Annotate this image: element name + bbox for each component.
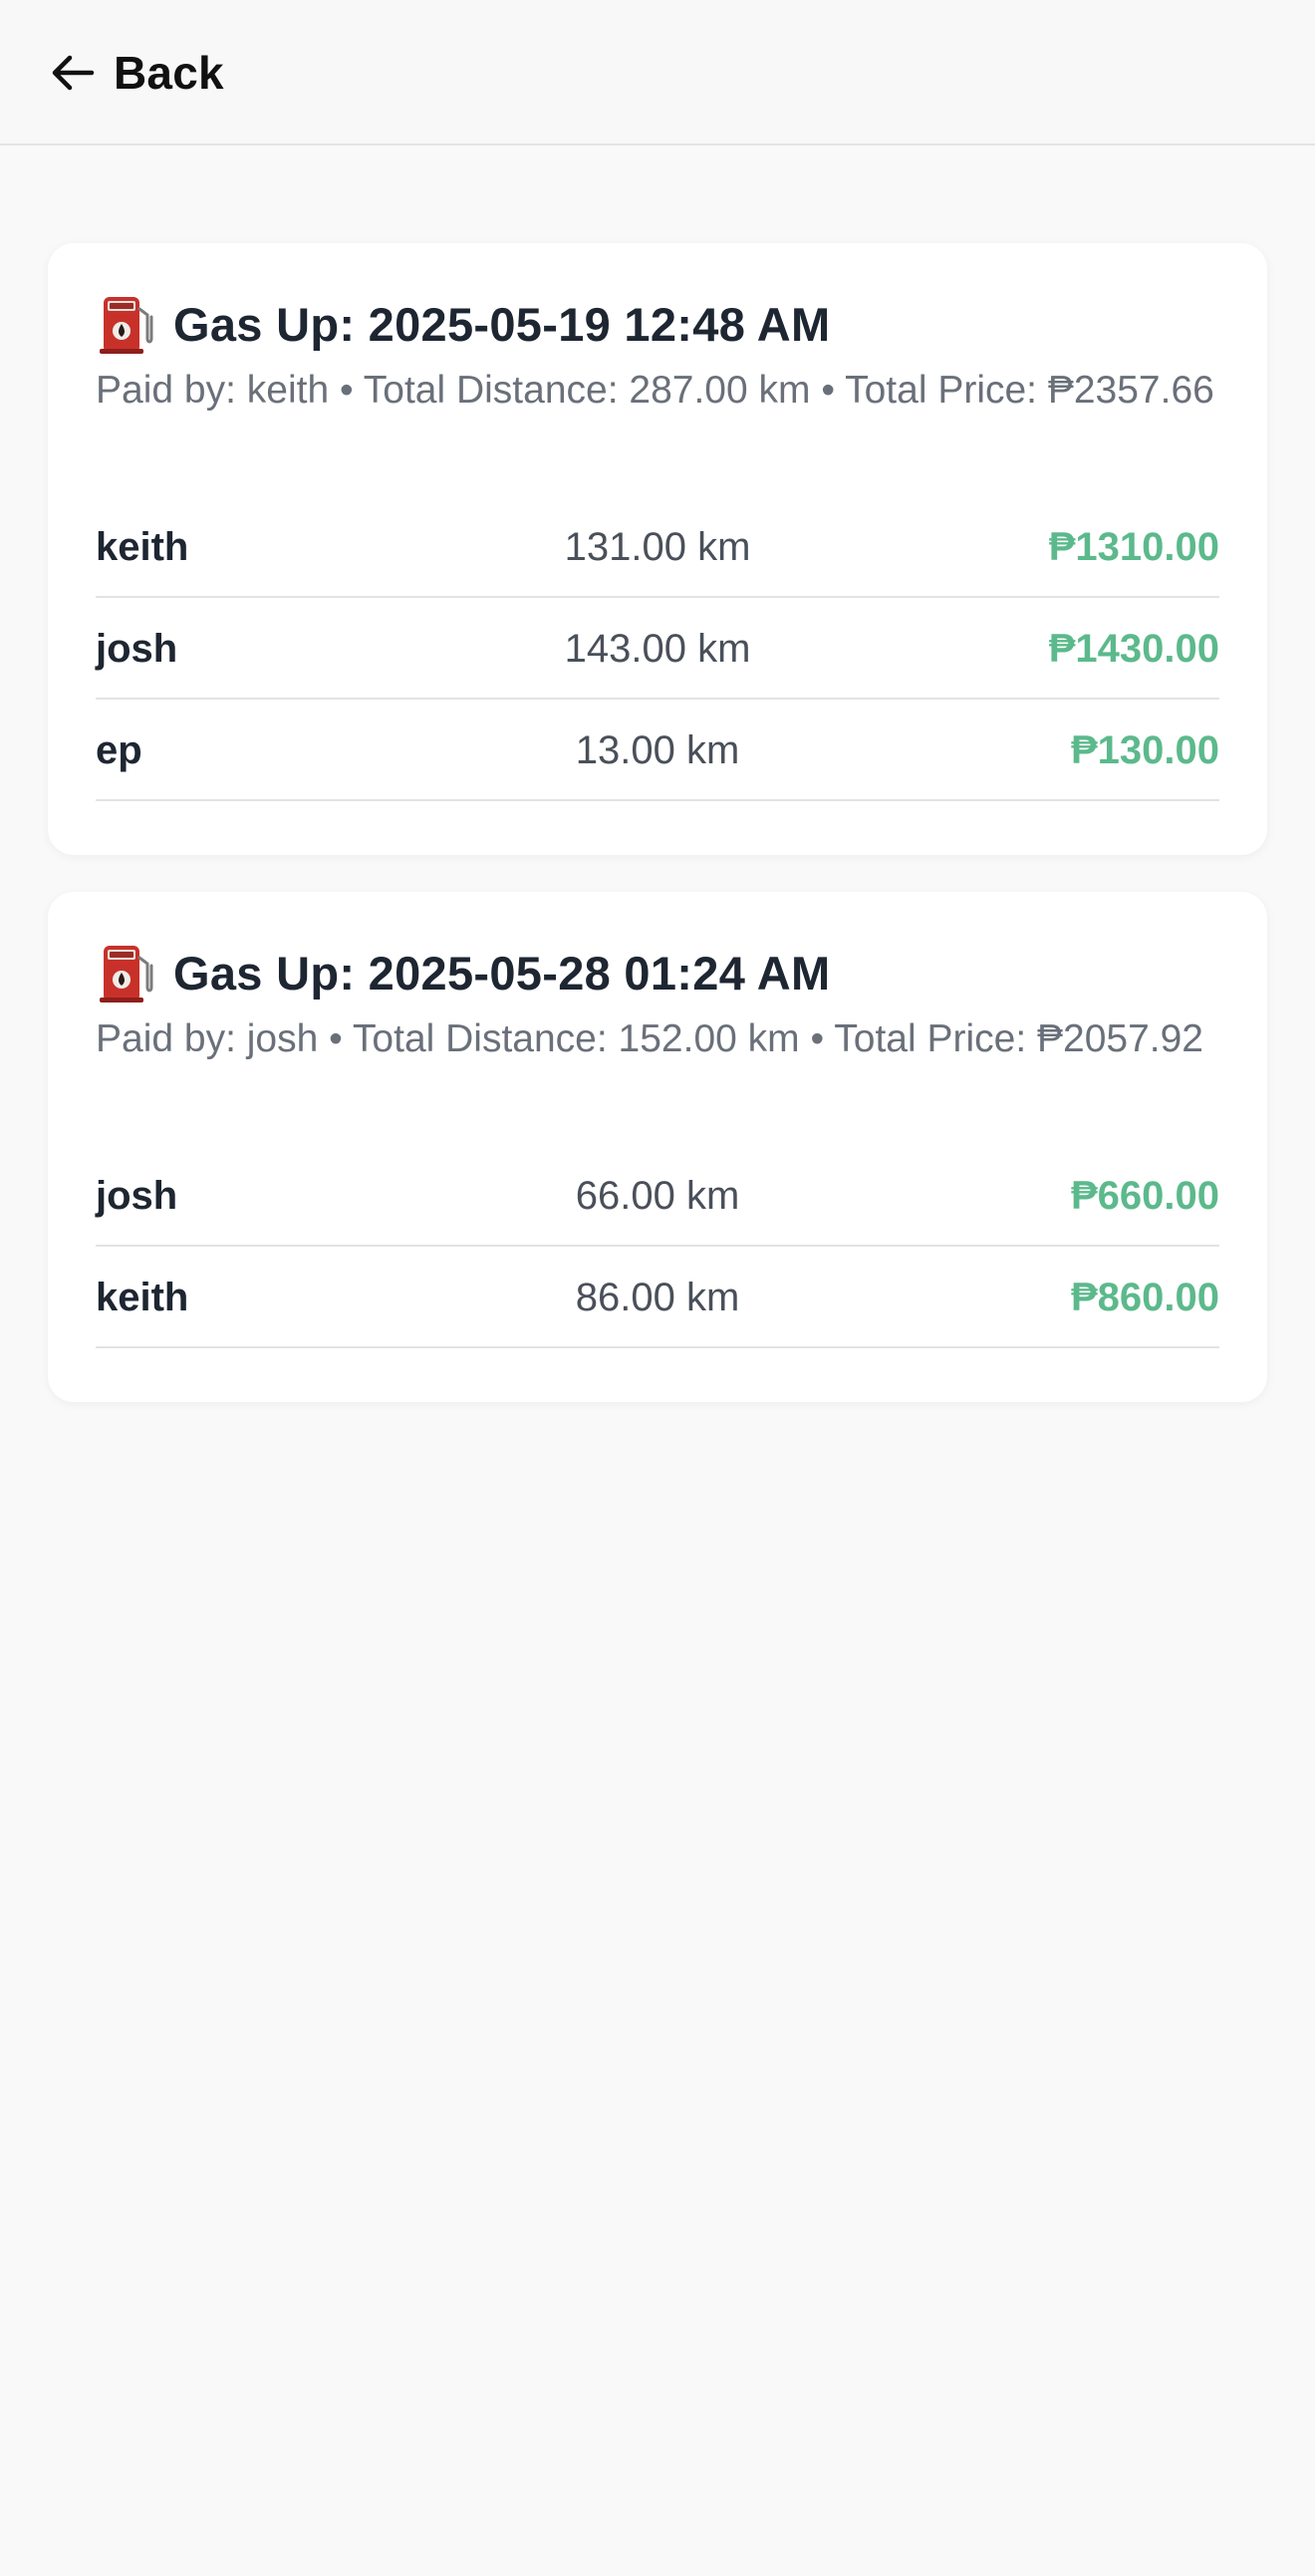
fuel-pump-icon bbox=[100, 297, 153, 354]
share-name: keith bbox=[96, 1276, 189, 1319]
share-amount: ₱1310.00 bbox=[1048, 525, 1219, 569]
share-list: josh 66.00 km ₱660.00 keith 86.00 km ₱86… bbox=[96, 1147, 1219, 1350]
share-distance: 66.00 km bbox=[575, 1174, 740, 1218]
share-name: josh bbox=[96, 1174, 178, 1218]
share-row: josh 143.00 km ₱1430.00 bbox=[96, 600, 1219, 700]
share-name: keith bbox=[96, 525, 189, 569]
share-row: josh 66.00 km ₱660.00 bbox=[96, 1147, 1219, 1247]
gas-up-summary: Paid by: josh • Total Distance: 152.00 k… bbox=[96, 1017, 1203, 1060]
share-list: keith 131.00 km ₱1310.00 josh 143.00 km … bbox=[96, 498, 1219, 803]
top-bar: Back bbox=[0, 0, 1315, 145]
back-label: Back bbox=[114, 47, 224, 99]
share-amount: ₱860.00 bbox=[1070, 1276, 1219, 1319]
gas-up-title-text: Gas Up: 2025-05-19 12:48 AM bbox=[173, 297, 831, 351]
share-distance: 86.00 km bbox=[575, 1276, 740, 1319]
share-amount: ₱130.00 bbox=[1070, 728, 1219, 772]
gas-up-title: Gas Up: 2025-05-28 01:24 AM bbox=[96, 938, 830, 1007]
fuel-pump-icon bbox=[100, 946, 153, 1002]
share-amount: ₱660.00 bbox=[1070, 1174, 1219, 1218]
back-button[interactable]: Back bbox=[50, 40, 224, 106]
gas-up-card: Gas Up: 2025-05-19 12:48 AM Paid by: kei… bbox=[48, 243, 1267, 855]
gas-up-card: Gas Up: 2025-05-28 01:24 AM Paid by: jos… bbox=[48, 892, 1267, 1402]
arrow-left-icon bbox=[52, 55, 95, 91]
share-name: ep bbox=[96, 728, 142, 772]
share-distance: 13.00 km bbox=[575, 728, 740, 772]
share-row: ep 13.00 km ₱130.00 bbox=[96, 702, 1219, 801]
gas-up-title: Gas Up: 2025-05-19 12:48 AM bbox=[96, 289, 830, 359]
share-row: keith 131.00 km ₱1310.00 bbox=[96, 498, 1219, 598]
share-name: josh bbox=[96, 627, 178, 671]
gas-up-summary: Paid by: keith • Total Distance: 287.00 … bbox=[96, 369, 1214, 412]
share-row: keith 86.00 km ₱860.00 bbox=[96, 1249, 1219, 1348]
share-amount: ₱1430.00 bbox=[1048, 627, 1219, 671]
gas-up-title-text: Gas Up: 2025-05-28 01:24 AM bbox=[173, 946, 831, 1000]
